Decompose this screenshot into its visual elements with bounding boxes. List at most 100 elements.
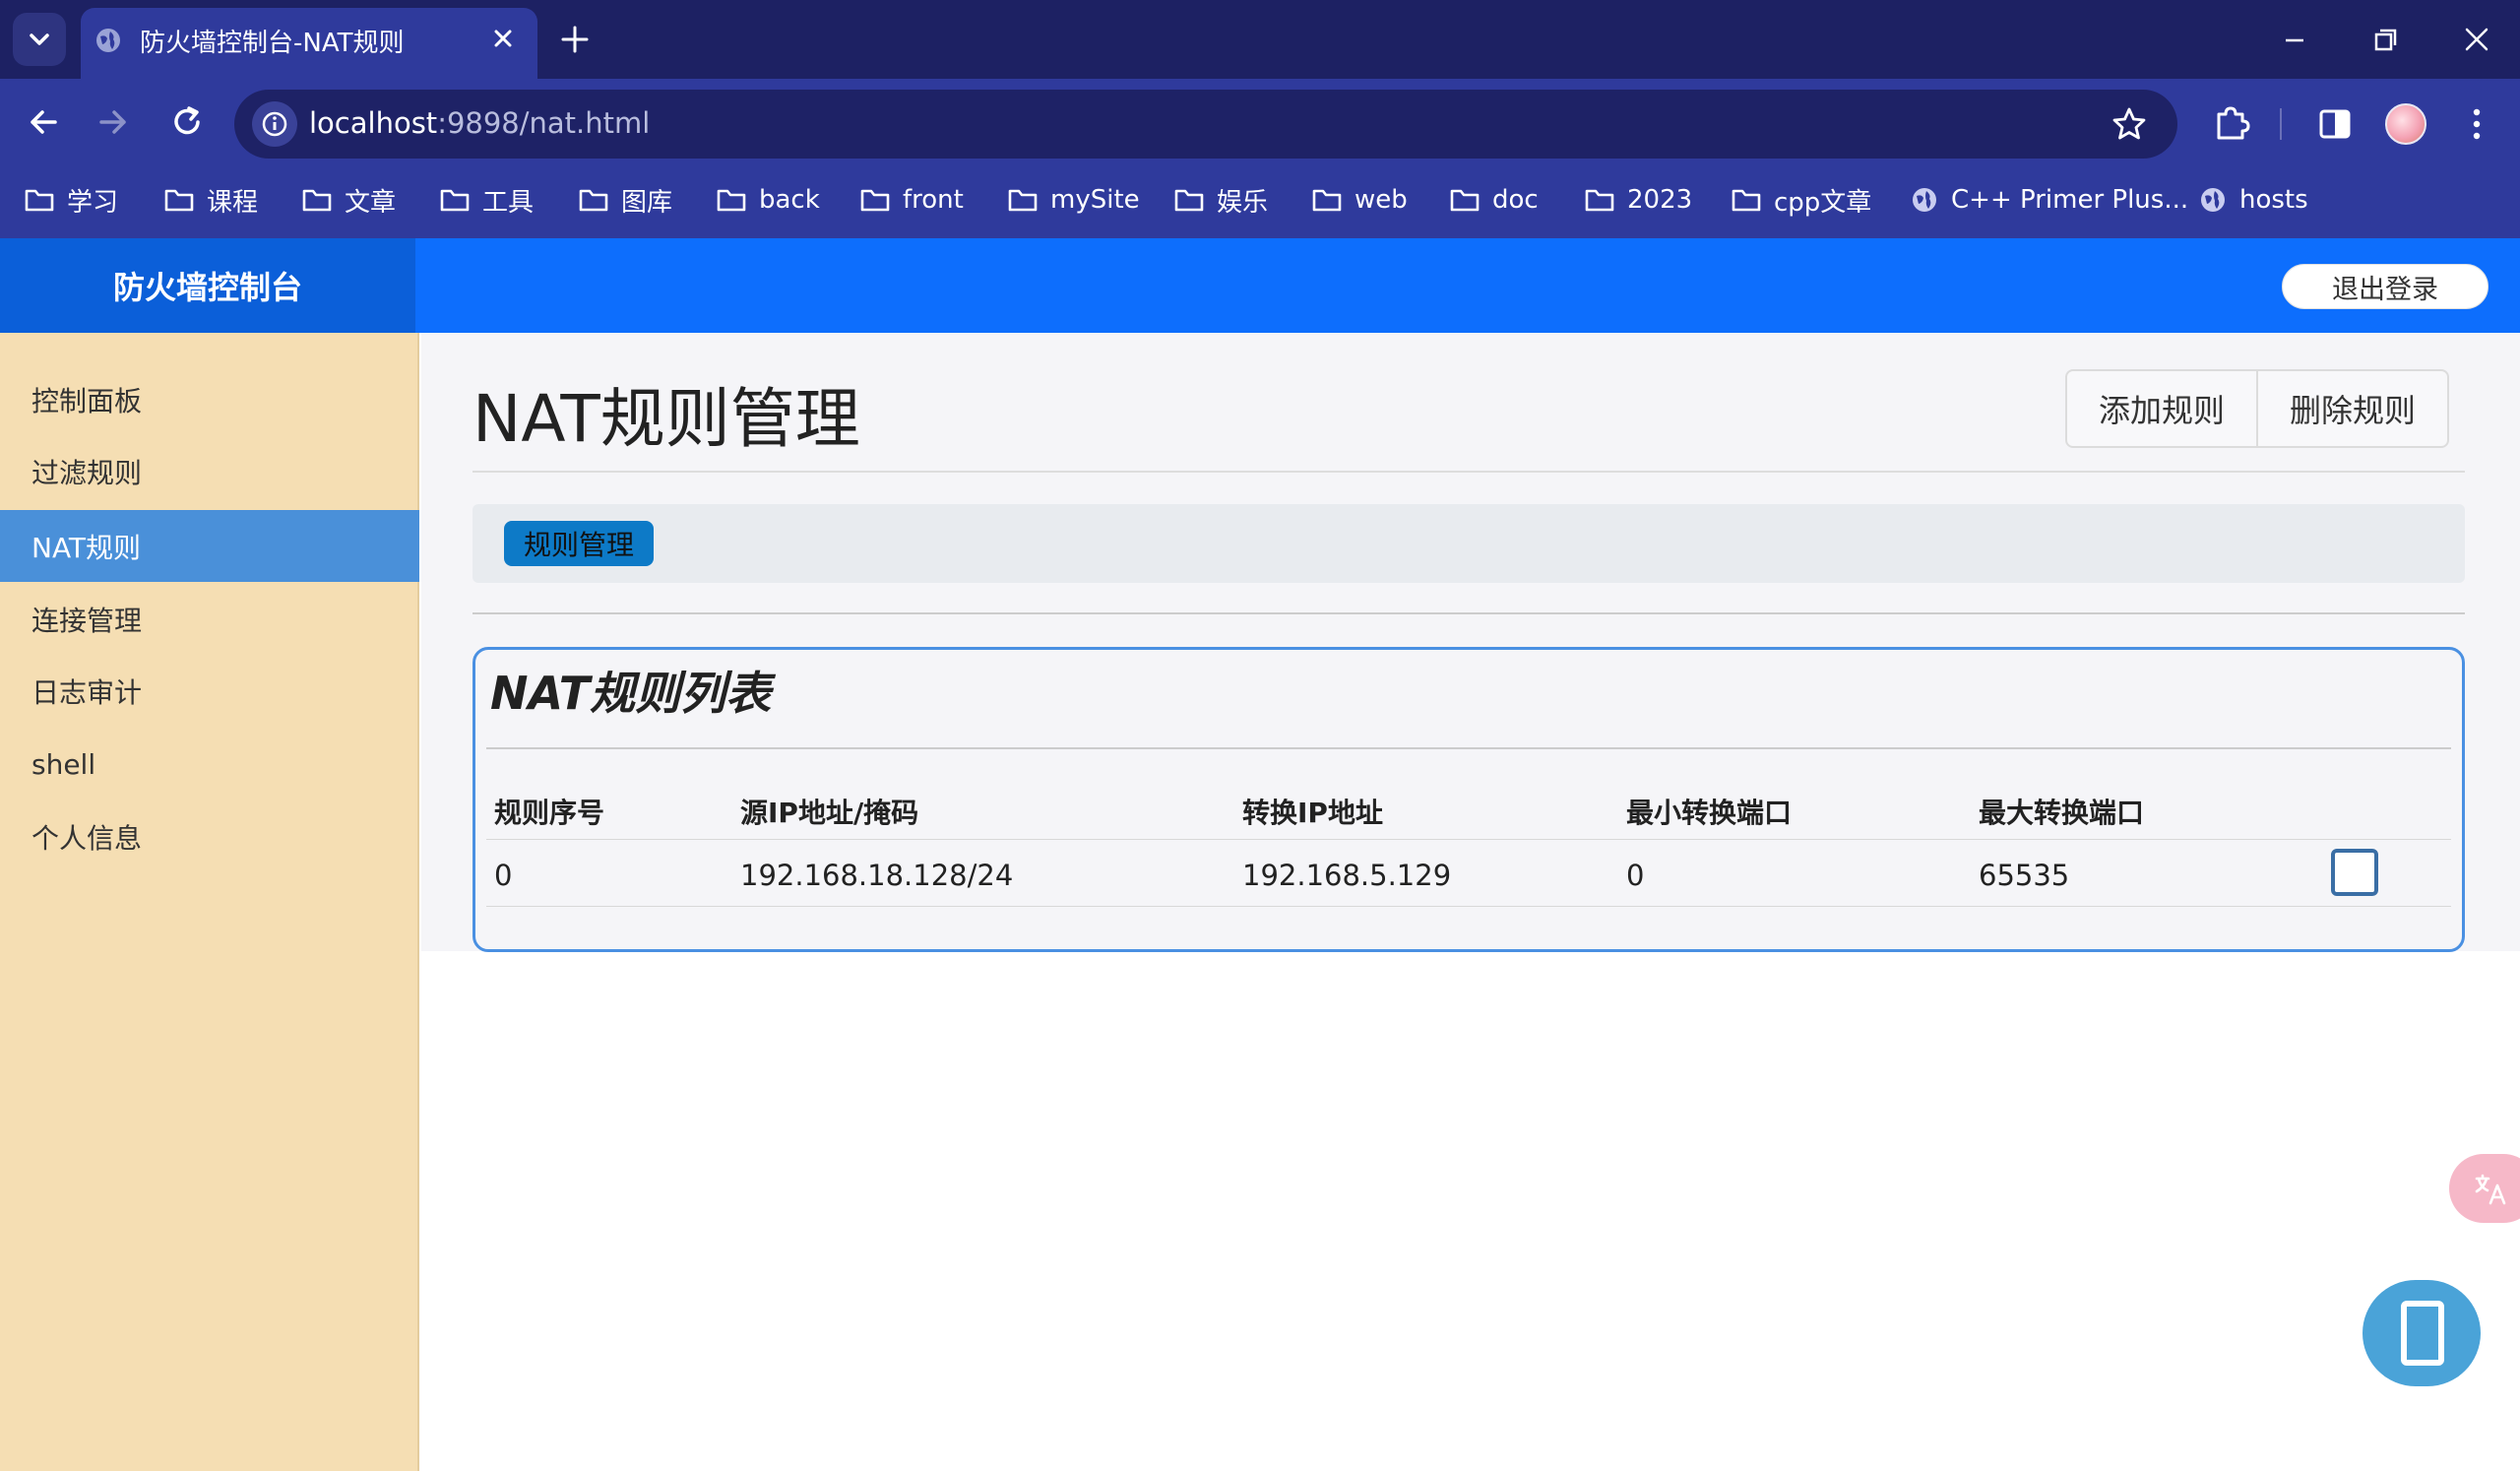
- bookmark-item[interactable]: 图库: [578, 180, 672, 220]
- column-header-rule-id: 规则序号: [494, 797, 605, 829]
- bookmark-item[interactable]: 学习: [24, 180, 118, 220]
- folder-icon: [716, 186, 747, 214]
- folder-icon: [163, 186, 195, 214]
- folder-icon: [1584, 186, 1615, 214]
- bookmark-item[interactable]: mySite: [1007, 180, 1140, 220]
- bookmark-item[interactable]: 课程: [163, 180, 258, 220]
- cell-translated-ip: 192.168.5.129: [1242, 859, 1452, 892]
- kebab-menu-icon[interactable]: [2469, 104, 2485, 144]
- add-rule-button[interactable]: 添加规则: [2067, 371, 2256, 446]
- page-title: NAT规则管理: [472, 381, 860, 457]
- forward-arrow-icon[interactable]: [95, 104, 131, 140]
- phone-frame-icon: [2398, 1300, 2447, 1367]
- bookmark-item[interactable]: cpp文章: [1731, 180, 1871, 220]
- folder-icon: [1731, 186, 1762, 214]
- table-header-divider: [486, 839, 2451, 840]
- folder-icon: [859, 186, 891, 214]
- tab-title: 防火墙控制台-NAT规则: [140, 29, 405, 58]
- globe-icon: [94, 27, 122, 54]
- bookmark-item[interactable]: doc: [1449, 180, 1539, 220]
- card-title: NAT规则列表: [490, 667, 772, 720]
- folder-icon: [439, 186, 471, 214]
- bookmark-label: 学习: [67, 187, 119, 218]
- section-divider: [472, 612, 2465, 614]
- folder-icon: [24, 186, 55, 214]
- bookmark-label: cpp文章: [1774, 187, 1872, 218]
- column-header-translated-ip: 转换IP地址: [1242, 797, 1383, 829]
- sidebar-item-connections[interactable]: 连接管理: [0, 583, 419, 655]
- bookmark-item[interactable]: hosts: [2198, 180, 2308, 220]
- delete-rule-button[interactable]: 删除规则: [2256, 371, 2447, 446]
- cell-rule-id: 0: [494, 859, 513, 892]
- url-path: :9898/nat.html: [437, 106, 651, 140]
- extensions-puzzle-icon[interactable]: [2211, 102, 2250, 142]
- bookmark-label: 娱乐: [1217, 187, 1269, 218]
- restore-icon[interactable]: [2370, 26, 2400, 55]
- tab-strip: [472, 504, 2465, 583]
- bookmark-label: 课程: [207, 187, 259, 218]
- bookmark-label: C++ Primer Plus...: [1951, 185, 2189, 215]
- cell-source-ip: 192.168.18.128/24: [740, 859, 1014, 892]
- folder-icon: [578, 186, 609, 214]
- logout-button[interactable]: 退出登录: [2282, 264, 2488, 309]
- bookmark-item[interactable]: 娱乐: [1173, 180, 1268, 220]
- sidebar-item-log-audit[interactable]: 日志审计: [0, 655, 419, 727]
- bookmark-label: hosts: [2239, 185, 2308, 215]
- rule-action-buttons: 添加规则 删除规则: [2065, 369, 2449, 448]
- bookmark-label: doc: [1492, 185, 1539, 215]
- column-header-max-port: 最大转换端口: [1979, 797, 2145, 829]
- new-tab-icon[interactable]: [559, 24, 591, 55]
- sidebar-item-profile[interactable]: 个人信息: [0, 800, 419, 872]
- brand-title: 防火墙控制台: [0, 238, 415, 333]
- globe-icon: [2198, 185, 2228, 215]
- tab-search-button[interactable]: [13, 13, 66, 66]
- tab-rule-management[interactable]: 规则管理: [504, 521, 654, 566]
- bookmark-item[interactable]: back: [716, 180, 820, 220]
- sidebar: 控制面板 过滤规则 NAT规则 连接管理 日志审计 shell 个人信息: [0, 333, 419, 1471]
- side-panel-icon[interactable]: [2317, 106, 2353, 142]
- close-window-icon[interactable]: [2461, 24, 2492, 55]
- translate-icon: [2471, 1170, 2510, 1209]
- bookmark-item[interactable]: C++ Primer Plus...: [1910, 180, 2188, 220]
- chevron-down-icon: [30, 33, 49, 45]
- minimize-icon[interactable]: [2280, 26, 2309, 55]
- bookmark-label: web: [1354, 185, 1408, 215]
- sidebar-item-filter-rules[interactable]: 过滤规则: [0, 435, 419, 507]
- bookmark-item[interactable]: 2023: [1584, 180, 1692, 220]
- folder-icon: [1311, 186, 1343, 214]
- url-host: localhost: [309, 106, 438, 140]
- bookmark-label: 工具: [482, 187, 535, 218]
- toolbar-separator: [2280, 108, 2282, 140]
- sidebar-item-nat-rules[interactable]: NAT规则: [0, 510, 419, 582]
- url-text[interactable]: localhost:9898/nat.html: [309, 106, 650, 140]
- sidebar-item-dashboard[interactable]: 控制面板: [0, 363, 419, 435]
- bookmark-star-icon[interactable]: [2110, 105, 2148, 143]
- bookmark-label: 文章: [345, 187, 397, 218]
- reload-icon[interactable]: [167, 102, 207, 142]
- card-divider: [486, 747, 2451, 749]
- folder-icon: [1007, 186, 1039, 214]
- globe-icon: [1910, 185, 1939, 215]
- sidebar-item-shell[interactable]: shell: [0, 729, 419, 800]
- bookmark-item[interactable]: 工具: [439, 180, 534, 220]
- folder-icon: [1173, 186, 1205, 214]
- bookmark-label: 图库: [621, 187, 673, 218]
- table-row-divider: [486, 906, 2451, 907]
- column-header-min-port: 最小转换端口: [1626, 797, 1793, 829]
- site-info-icon[interactable]: [252, 101, 297, 147]
- bookmark-item[interactable]: web: [1311, 180, 1408, 220]
- row-select-checkbox[interactable]: [2331, 849, 2378, 896]
- bookmark-label: front: [903, 185, 964, 215]
- bookmark-item[interactable]: 文章: [301, 180, 396, 220]
- close-tab-icon[interactable]: [488, 24, 518, 53]
- bookmark-item[interactable]: front: [859, 180, 964, 220]
- cell-min-port: 0: [1626, 859, 1645, 892]
- back-arrow-icon[interactable]: [26, 104, 61, 140]
- profile-avatar[interactable]: [2385, 103, 2426, 145]
- bookmark-label: back: [759, 185, 820, 215]
- folder-icon: [1449, 186, 1480, 214]
- folder-icon: [301, 186, 333, 214]
- title-divider: [472, 471, 2465, 473]
- bookmark-label: 2023: [1627, 185, 1693, 215]
- cell-max-port: 65535: [1979, 859, 2070, 892]
